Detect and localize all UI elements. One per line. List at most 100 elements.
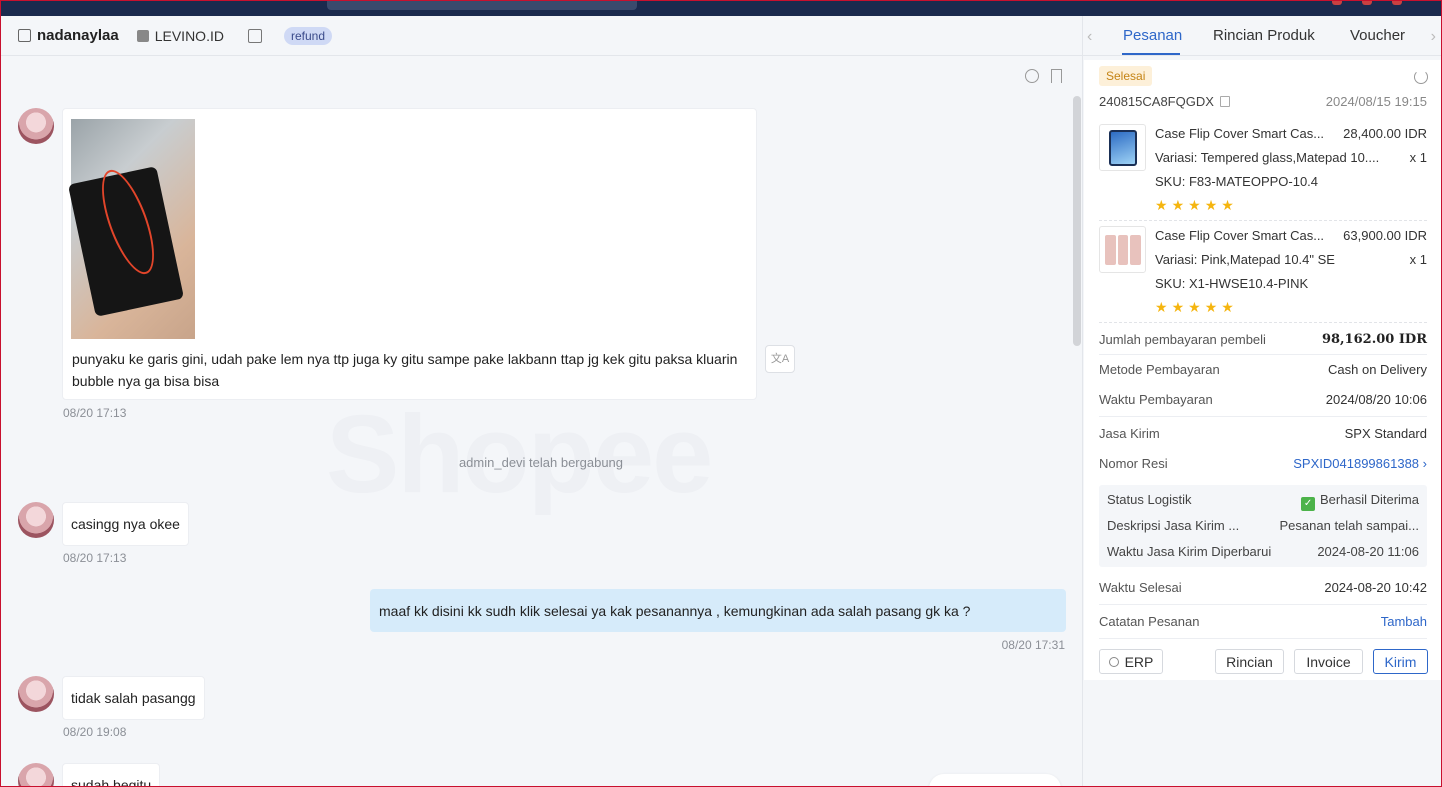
chat-header: nadanaylaa LEVINO.ID refund [1, 16, 1082, 56]
product-qty: x 1 [1409, 150, 1427, 165]
message-text: tidak salah pasangg [71, 690, 196, 706]
tab-voucher[interactable]: Voucher [1350, 27, 1405, 44]
message-bubble: tidak salah pasangg [62, 676, 205, 720]
star-icon: ★ [1188, 299, 1201, 315]
order-panel: ‹ Pesanan Rincian Produk Voucher › Seles… [1082, 16, 1442, 787]
add-note-link[interactable]: Tambah [1381, 614, 1427, 629]
message-text: sudah begitu [71, 777, 152, 787]
product-rating: ★ ★ ★ ★ ★ [1155, 197, 1234, 214]
attached-photo[interactable] [67, 119, 195, 339]
panel-tabs: ‹ Pesanan Rincian Produk Voucher › [1083, 16, 1442, 56]
message-time: 08/20 17:13 [63, 406, 127, 420]
product-price: 63,900.00 IDR [1343, 228, 1427, 243]
message-text: maaf kk disini kk sudh klik selesai ya k… [379, 603, 971, 619]
translate-button[interactable]: 文A [765, 345, 795, 373]
divider [1099, 354, 1427, 355]
refund-tag[interactable]: refund [283, 26, 332, 45]
logistics-box: Status Logistik ✓ Berhasil Diterima Deskr… [1099, 485, 1427, 567]
tab-next-icon[interactable]: › [1431, 28, 1436, 46]
tab-rincian-produk[interactable]: Rincian Produk [1213, 27, 1315, 44]
star-icon: ★ [1171, 197, 1185, 213]
total-payment-row: Jumlah pembayaran pembeli 98,162.00 IDR [1099, 332, 1427, 347]
order-id-text: 240815CA8FQGDX [1099, 94, 1214, 109]
message-time: 08/20 17:13 [63, 551, 127, 565]
product-name[interactable]: Case Flip Cover Smart Cas... [1155, 228, 1330, 243]
tab-prev-icon[interactable]: ‹ [1087, 28, 1092, 46]
buyer-avatar[interactable] [18, 502, 54, 538]
order-id: 240815CA8FQGDX [1099, 94, 1230, 109]
star-icon: ★ [1221, 299, 1234, 315]
invoice-button[interactable]: Invoice [1294, 649, 1363, 674]
message-bubble: sudah begitu [62, 763, 161, 787]
top-notification-icons [1332, 0, 1402, 8]
new-message-pill[interactable] [929, 774, 1061, 787]
chat-username[interactable]: nadanaylaa [18, 27, 119, 44]
order-card: Selesai 240815CA8FQGDX 2024/08/15 19:15 … [1084, 60, 1442, 680]
divider [1099, 604, 1427, 605]
rincian-button[interactable]: Rincian [1215, 649, 1284, 674]
product-sku: SKU: X1-HWSE10.4-PINK [1155, 276, 1309, 291]
order-date: 2024/08/15 19:15 [1325, 94, 1427, 109]
product-qty: x 1 [1409, 252, 1427, 267]
top-app-bar [0, 0, 1442, 16]
check-icon: ✓ [1301, 497, 1316, 511]
message-bubble: punyaku ke garis gini, udah pake lem nya… [62, 108, 757, 400]
product-thumbnail[interactable] [1099, 124, 1146, 171]
username-text: nadanaylaa [37, 27, 119, 44]
message-time: 08/20 19:08 [63, 725, 127, 739]
product-name[interactable]: Case Flip Cover Smart Cas... [1155, 126, 1330, 141]
tracking-number-link[interactable]: SPXID041899861388 › [1293, 456, 1427, 471]
product-rating: ★ ★ ★ ★ ★ [1155, 299, 1234, 316]
chat-panel: nadanaylaa LEVINO.ID refund Shopee punya… [1, 16, 1082, 787]
order-note-row: Catatan Pesanan Tambah [1099, 614, 1427, 629]
divider [1099, 220, 1427, 221]
star-icon: ★ [1204, 197, 1218, 213]
product-variant: Variasi: Tempered glass,Matepad 10.... [1155, 150, 1380, 165]
payment-time-row: Waktu Pembayaran 2024/08/20 10:06 [1099, 392, 1427, 407]
finished-time-row: Waktu Selesai 2024-08-20 10:42 [1099, 580, 1427, 595]
erp-icon [1108, 656, 1119, 667]
star-icon: ★ [1204, 299, 1218, 315]
product-price: 28,400.00 IDR [1343, 126, 1427, 141]
bookmark-icon[interactable] [1051, 69, 1062, 83]
shop-bag-icon [136, 29, 149, 42]
active-tab-indicator [1122, 53, 1180, 55]
shop-name-text: LEVINO.ID [154, 27, 224, 44]
share-icon[interactable] [247, 28, 262, 43]
refresh-icon[interactable] [1414, 70, 1428, 84]
kirim-button[interactable]: Kirim [1373, 649, 1428, 674]
end-chat-icon[interactable] [1025, 69, 1039, 83]
system-message: admin_devi telah bergabung [458, 455, 624, 470]
courier-updated-row: Waktu Jasa Kirim Diperbarui 2024-08-20 1… [1107, 544, 1419, 559]
logistic-status-row: Status Logistik ✓ Berhasil Diterima [1107, 492, 1419, 511]
star-icon: ★ [1188, 197, 1201, 213]
divider [1099, 322, 1427, 323]
erp-button[interactable]: ERP [1099, 649, 1163, 674]
star-icon: ★ [1171, 299, 1185, 315]
star-icon: ★ [1155, 197, 1168, 213]
status-badge: Selesai [1099, 66, 1153, 86]
product-variant: Variasi: Pink,Matepad 10.4" SE [1155, 252, 1335, 267]
product-sku: SKU: F83-MATEOPPO-10.4 [1155, 174, 1319, 189]
buyer-avatar[interactable] [18, 763, 54, 787]
courier-row: Jasa Kirim SPX Standard [1099, 426, 1427, 441]
product-thumbnail[interactable] [1099, 226, 1146, 273]
outgoing-message-bubble: maaf kk disini kk sudh klik selesai ya k… [370, 589, 1066, 632]
courier-desc-row: Deskripsi Jasa Kirim ... Pesanan telah s… [1107, 518, 1419, 533]
message-text: casingg nya okee [71, 516, 180, 532]
buyer-avatar[interactable] [18, 108, 54, 144]
tracking-number-row: Nomor Resi SPXID041899861388 › [1099, 456, 1427, 471]
shop-name: LEVINO.ID [136, 27, 224, 44]
top-search-bar[interactable] [327, 0, 637, 10]
divider [1099, 416, 1427, 417]
message-time: 08/20 17:31 [1001, 638, 1065, 652]
chat-scrollbar[interactable] [1073, 96, 1081, 346]
buyer-avatar[interactable] [18, 676, 54, 712]
tab-pesanan[interactable]: Pesanan [1123, 27, 1182, 44]
edit-icon[interactable] [18, 29, 31, 42]
copy-icon[interactable] [1219, 96, 1230, 107]
chat-tools [1025, 69, 1062, 83]
message-bubble: casingg nya okee [62, 502, 189, 546]
payment-method-row: Metode Pembayaran Cash on Delivery [1099, 362, 1427, 377]
divider [1099, 638, 1427, 639]
